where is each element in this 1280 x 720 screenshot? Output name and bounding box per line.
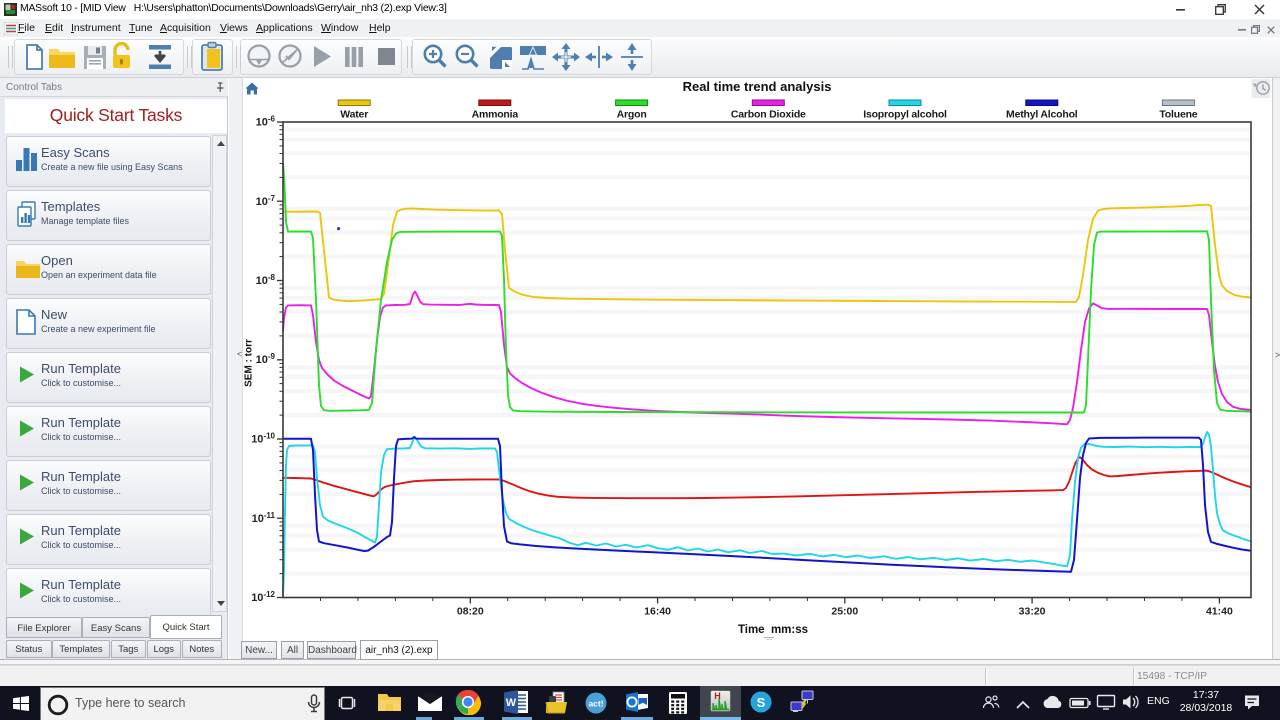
svg-text:33:20: 33:20: [1019, 606, 1046, 618]
svg-text:Time mm:ss: Time mm:ss: [738, 624, 808, 636]
svg-text:Toluene: Toluene: [1159, 109, 1197, 121]
svg-text:41:40: 41:40: [1206, 606, 1233, 618]
svg-text:16:40: 16:40: [644, 606, 671, 618]
svg-text:Carbon Dioxide: Carbon Dioxide: [731, 109, 806, 121]
svg-text:25:00: 25:00: [831, 606, 858, 618]
svg-text:Real time trend analysis: Real time trend analysis: [683, 79, 832, 94]
svg-text:Ammonia: Ammonia: [472, 109, 519, 121]
svg-text:Water: Water: [340, 109, 368, 121]
svg-text:Methyl Alcohol: Methyl Alcohol: [1006, 109, 1078, 121]
svg-text:08:20: 08:20: [457, 606, 484, 618]
svg-text:Isopropyl alcohol: Isopropyl alcohol: [863, 109, 947, 121]
svg-text:W: W: [506, 697, 517, 709]
svg-text:Argon: Argon: [617, 109, 647, 121]
svg-text:SEM : torr: SEM : torr: [244, 339, 255, 387]
svg-text:act!: act!: [588, 699, 603, 709]
svg-text:S: S: [757, 695, 766, 710]
